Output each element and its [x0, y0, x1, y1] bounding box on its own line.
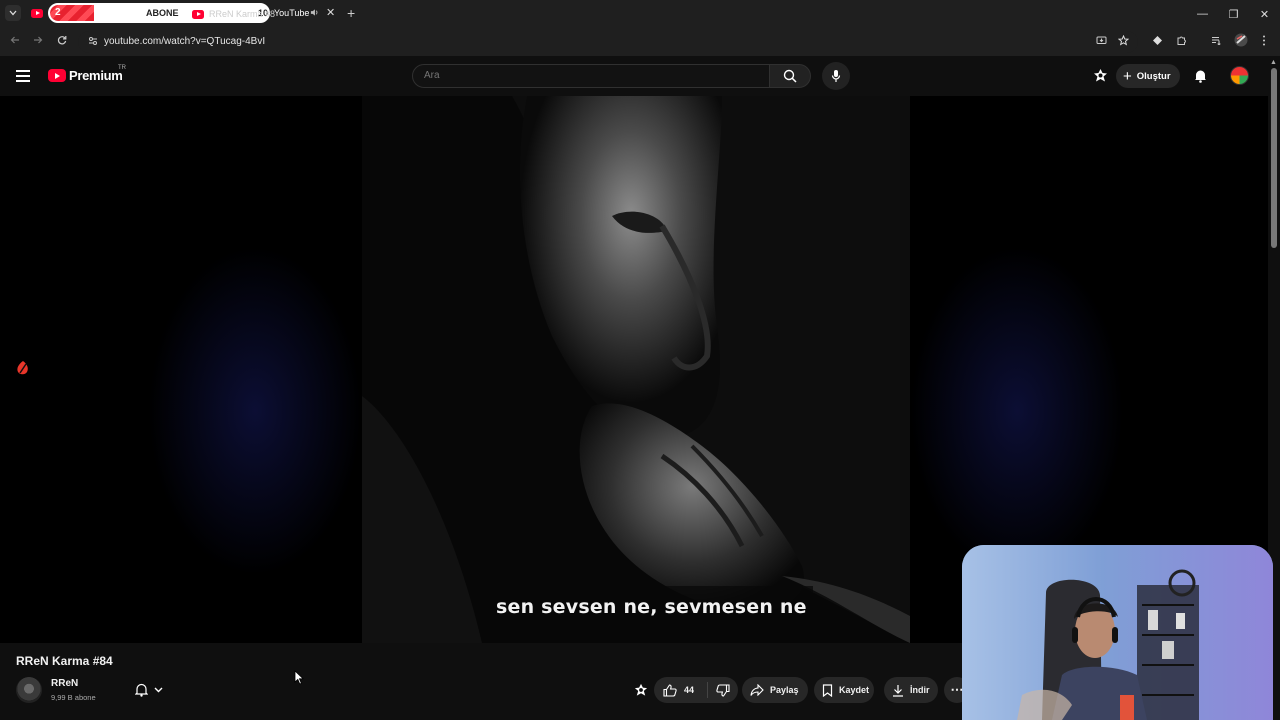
thumbs-up-icon [663, 683, 677, 697]
channel-avatar[interactable] [16, 677, 42, 703]
notifications-bell-icon[interactable] [1194, 69, 1207, 88]
restore-button[interactable]: ❐ [1218, 0, 1249, 28]
install-app-icon[interactable] [1096, 35, 1107, 49]
window-controls: — ❐ ✕ [1187, 0, 1280, 28]
close-window-button[interactable]: ✕ [1249, 0, 1280, 28]
account-avatar[interactable] [1230, 66, 1249, 85]
webcam-feed-image [962, 545, 1273, 720]
scroll-up-arrow-icon[interactable]: ▲ [1270, 59, 1277, 66]
reload-button[interactable] [57, 34, 67, 48]
channel-name[interactable]: RReN [51, 678, 78, 689]
video-caption: sen sevsen ne, sevmesen ne [490, 586, 813, 628]
share-arrow-icon [750, 684, 764, 696]
youtube-favicon-icon [192, 9, 204, 19]
sparkle-extension-icon[interactable] [1093, 68, 1108, 88]
guide-menu-icon[interactable] [16, 70, 30, 82]
like-count: 44 [684, 685, 695, 695]
search-icon [783, 69, 797, 83]
channel-watermark-icon [15, 360, 31, 381]
youtube-logo-icon [48, 69, 66, 82]
subscribe-goal-count: 2 [55, 7, 61, 18]
create-label: Oluştur [1136, 70, 1171, 82]
share-button[interactable]: Paylaş [742, 677, 808, 703]
microphone-icon [831, 70, 841, 82]
bookmark-star-icon[interactable] [1117, 34, 1130, 49]
download-button[interactable]: İndir [884, 677, 938, 703]
share-label: Paylaş [770, 685, 799, 695]
youtube-masthead: Premium TR + Oluştur [0, 56, 1268, 96]
media-control-icon[interactable] [1211, 35, 1222, 49]
arrow-right-icon [34, 36, 43, 44]
back-button[interactable] [10, 34, 20, 48]
extension-diamond-icon[interactable] [1152, 35, 1163, 49]
search-input[interactable] [424, 70, 754, 81]
scroll-thumb[interactable] [1271, 68, 1277, 248]
ambient-glow-left [148, 246, 362, 576]
profile-avatar-icon[interactable] [1234, 33, 1248, 50]
country-code: TR [118, 65, 126, 71]
arrow-left-icon [10, 36, 19, 44]
pinned-youtube-tab[interactable] [30, 6, 44, 20]
speaker-icon[interactable] [310, 8, 319, 19]
video-title: RReN Karma #84 [16, 654, 113, 668]
browser-menu-icon[interactable] [1262, 35, 1266, 49]
like-dislike-group: 44 [654, 677, 738, 703]
site-info-icon[interactable] [88, 36, 99, 47]
save-button[interactable]: Kaydet [814, 677, 874, 703]
webcam-overlay [962, 545, 1273, 720]
video-frame[interactable] [362, 96, 910, 643]
video-still-image [362, 96, 910, 643]
subscribe-goal-label: ABONE [146, 8, 179, 18]
browser-toolbar: youtube.com/watch?v=QTucag-4BvI [0, 28, 1280, 56]
chevron-down-icon [154, 687, 163, 693]
browser-tab-strip: 2 ABONE 10 RReN Karma #8 YouTube ✕ + — ❐… [0, 0, 1280, 28]
extensions-puzzle-icon[interactable] [1176, 35, 1187, 49]
voice-search-button[interactable] [822, 62, 850, 90]
omnibox[interactable]: youtube.com/watch?v=QTucag-4BvI [78, 31, 1138, 53]
sparkle-extension-icon[interactable] [634, 683, 648, 702]
url-text[interactable]: youtube.com/watch?v=QTucag-4BvI [104, 36, 265, 47]
like-button[interactable]: 44 [654, 682, 708, 698]
bell-icon [135, 683, 148, 697]
tab-title-suffix: YouTube [274, 8, 310, 18]
subscriber-count: 9,99 B abone [51, 693, 96, 702]
save-label: Kaydet [839, 685, 870, 695]
forward-button[interactable] [33, 34, 43, 48]
create-button[interactable]: + Oluştur [1116, 64, 1180, 88]
tab-title: RReN Karma #8 [209, 9, 276, 19]
subscription-notification-button[interactable] [129, 677, 179, 703]
youtube-favicon-icon [31, 8, 43, 18]
tab-search-button[interactable] [5, 5, 21, 21]
search-button[interactable] [769, 64, 811, 88]
new-tab-button[interactable]: + [347, 5, 355, 21]
ambient-glow-right [910, 246, 1124, 576]
dislike-button[interactable] [708, 683, 738, 697]
download-label: İndir [910, 685, 930, 695]
active-browser-tab[interactable]: RReN Karma #8 YouTube ✕ [186, 4, 342, 24]
mouse-cursor-icon [294, 670, 304, 685]
download-icon [893, 684, 903, 697]
video-owner: RReN 9,99 B abone [16, 676, 176, 704]
thumbs-down-icon [716, 683, 730, 697]
bookmark-icon [822, 683, 833, 697]
plus-icon: + [1123, 67, 1132, 85]
reload-icon [57, 36, 67, 45]
minimize-button[interactable]: — [1187, 0, 1218, 28]
search-box[interactable] [412, 64, 770, 88]
tab-close-button[interactable]: ✕ [326, 6, 335, 19]
logo-text: Premium [69, 68, 123, 83]
chevron-down-icon [9, 10, 17, 16]
youtube-premium-logo[interactable]: Premium [48, 68, 123, 83]
